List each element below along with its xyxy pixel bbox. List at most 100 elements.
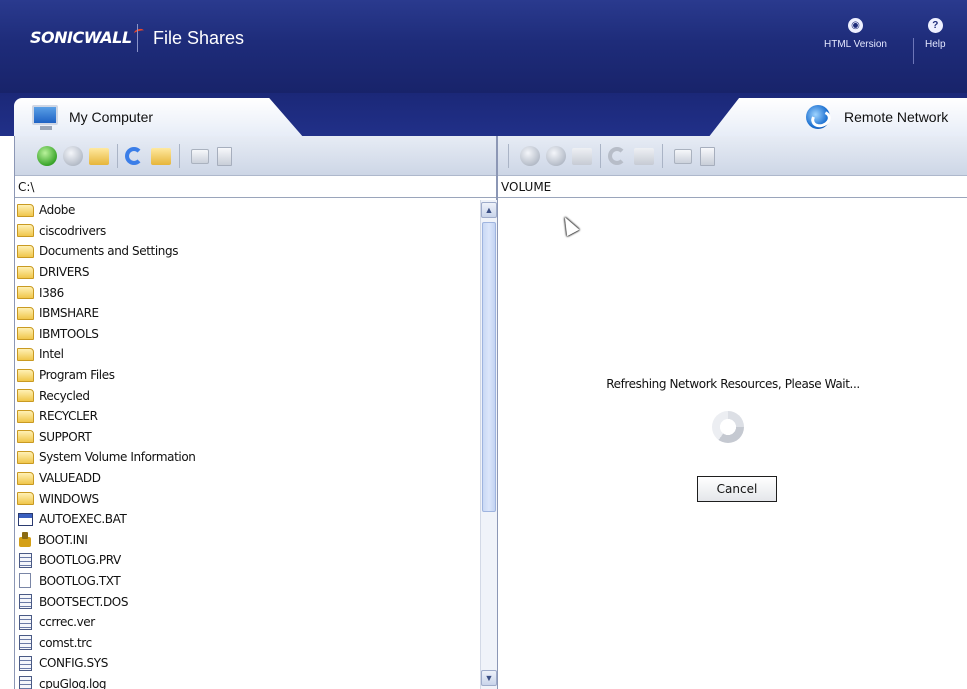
folder-up-icon[interactable]: [572, 148, 592, 165]
cancel-button[interactable]: Cancel: [697, 476, 777, 502]
file-list-item[interactable]: ccrrec.ver: [15, 612, 480, 633]
system-file-icon: [19, 655, 32, 671]
file-list-item-label: IBMSHARE: [39, 306, 99, 321]
folder-icon: [17, 286, 34, 300]
tab-remote-network-label: Remote Network: [844, 109, 949, 125]
header-divider: [137, 24, 138, 52]
folder-icon: [17, 265, 34, 279]
local-path-bar: C:\: [15, 176, 496, 198]
new-folder-icon[interactable]: [634, 148, 654, 165]
transfer-icon[interactable]: [191, 149, 209, 164]
file-list-item-label: Documents and Settings: [39, 244, 179, 259]
folder-icon: [17, 203, 34, 217]
folder-up-icon[interactable]: [89, 148, 109, 165]
file-list-item-label: ciscodrivers: [39, 223, 106, 238]
file-list-item[interactable]: Intel: [15, 344, 480, 365]
scroll-thumb[interactable]: [482, 222, 496, 512]
file-list-item[interactable]: Adobe: [15, 200, 480, 221]
file-list-item[interactable]: CONFIG.SYS: [15, 653, 480, 674]
go-icon[interactable]: [37, 146, 57, 166]
file-list-item[interactable]: AUTOEXEC.BAT: [15, 509, 480, 530]
local-toolbar: [15, 136, 496, 176]
folder-icon: [17, 244, 34, 258]
file-list-item[interactable]: Recycled: [15, 385, 480, 406]
toolbar-separator: [662, 144, 663, 168]
file-list-item[interactable]: WINDOWS: [15, 488, 480, 509]
local-pane: C:\ Adobe ciscodrivers Documents and Setti…: [14, 136, 497, 689]
toolbar-separator: [508, 144, 509, 168]
folder-icon: [17, 327, 34, 341]
loading-spinner-icon: [712, 411, 744, 443]
refresh-icon[interactable]: [125, 147, 143, 165]
folder-icon: [17, 368, 34, 382]
file-list-item[interactable]: Documents and Settings: [15, 241, 480, 262]
tab-my-computer[interactable]: My Computer: [14, 98, 304, 138]
file-list-item[interactable]: BOOTLOG.PRV: [15, 550, 480, 571]
folder-icon: [17, 389, 34, 403]
folder-icon: [17, 409, 34, 423]
file-list-item[interactable]: I386: [15, 282, 480, 303]
delete-document-icon[interactable]: [700, 147, 715, 166]
local-file-list[interactable]: Adobe ciscodrivers Documents and Settings D…: [15, 200, 480, 689]
file-list-item[interactable]: IBMTOOLS: [15, 324, 480, 345]
file-list-item-label: Program Files: [39, 368, 115, 383]
folder-icon: [17, 306, 34, 320]
file-list-item-label: ccrrec.ver: [39, 615, 95, 630]
new-folder-icon[interactable]: [151, 148, 171, 165]
transfer-icon[interactable]: [674, 149, 692, 164]
question-icon: ?: [927, 18, 943, 33]
file-list-item-label: DRIVERS: [39, 265, 90, 280]
file-list-item-label: BOOTLOG.PRV: [39, 553, 121, 568]
stop-icon[interactable]: [63, 146, 83, 166]
toolbar-separator: [117, 144, 118, 168]
delete-document-icon[interactable]: [217, 147, 232, 166]
file-list-item-label: AUTOEXEC.BAT: [39, 512, 127, 527]
go-icon[interactable]: [520, 146, 540, 166]
app-title: File Shares: [153, 28, 245, 48]
file-list-item-label: Recycled: [39, 388, 90, 403]
help-label: Help: [925, 39, 946, 50]
file-list-item[interactable]: DRIVERS: [15, 262, 480, 283]
file-list-item[interactable]: RECYCLER: [15, 406, 480, 427]
file-list-item[interactable]: BOOT.INI: [15, 530, 480, 551]
system-file-icon: [19, 676, 32, 689]
settings-file-icon: [18, 532, 32, 548]
local-scrollbar[interactable]: ▲ ▼: [480, 200, 497, 689]
file-list-item[interactable]: IBMSHARE: [15, 303, 480, 324]
file-list-item-label: SUPPORT: [39, 429, 92, 444]
stop-icon[interactable]: [546, 146, 566, 166]
app-header: SONICWALL File Shares ◉ HTML Version ? H…: [0, 0, 967, 93]
file-list-item[interactable]: ciscodrivers: [15, 221, 480, 242]
header-button-divider: [913, 38, 914, 64]
html-version-button[interactable]: ◉ HTML Version: [824, 18, 887, 50]
refresh-icon[interactable]: [608, 147, 626, 165]
file-list-item-label: BOOT.INI: [38, 532, 88, 547]
file-list-item[interactable]: BOOTSECT.DOS: [15, 591, 480, 612]
file-list-item-label: cpuGlog.log: [39, 676, 107, 689]
help-button[interactable]: ? Help: [925, 18, 946, 50]
text-file-icon: [19, 573, 31, 589]
folder-icon: [17, 430, 34, 444]
file-list-item[interactable]: Program Files: [15, 365, 480, 386]
file-list-item[interactable]: comst.trc: [15, 632, 480, 653]
file-list-item-label: WINDOWS: [39, 491, 99, 506]
file-list-item-label: CONFIG.SYS: [39, 656, 108, 671]
system-file-icon: [19, 552, 32, 568]
file-list-item[interactable]: cpuGlog.log: [15, 674, 480, 689]
remote-toolbar: [498, 136, 967, 176]
file-list-item[interactable]: VALUEADD: [15, 468, 480, 489]
scroll-down-button[interactable]: ▼: [481, 670, 497, 686]
tab-remote-network[interactable]: Remote Network: [708, 98, 967, 138]
file-list-item[interactable]: System Volume Information: [15, 447, 480, 468]
toolbar-separator: [600, 144, 601, 168]
folder-icon: [17, 347, 34, 361]
file-list-item-label: VALUEADD: [39, 471, 101, 486]
file-list-item-label: Adobe: [39, 203, 75, 218]
network-globe-icon: [806, 105, 830, 129]
file-list-item-label: I386: [39, 285, 64, 300]
file-list-item-label: comst.trc: [39, 635, 92, 650]
file-list-item-label: BOOTLOG.TXT: [39, 573, 121, 588]
file-list-item[interactable]: BOOTLOG.TXT: [15, 571, 480, 592]
file-list-item[interactable]: SUPPORT: [15, 427, 480, 448]
scroll-up-button[interactable]: ▲: [481, 202, 497, 218]
